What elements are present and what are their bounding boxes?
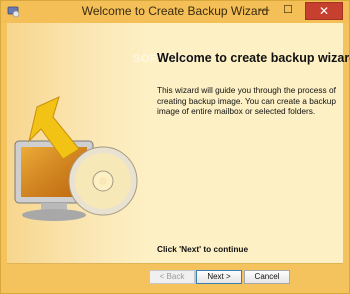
maximize-button[interactable]: ☐: [277, 3, 299, 19]
description-line: This wizard will guide you through the p…: [157, 85, 336, 95]
wizard-window: Welcome to Create Backup Wizard — ☐ ✕ SO…: [0, 0, 350, 294]
wizard-description: This wizard will guide you through the p…: [157, 85, 342, 117]
description-line: image of entire mailbox or selected fold…: [157, 106, 316, 116]
wizard-heading: Welcome to create backup wizard!: [157, 51, 350, 65]
minimize-button[interactable]: —: [253, 3, 275, 19]
button-divider: [7, 263, 343, 264]
close-button[interactable]: ✕: [305, 2, 343, 20]
wizard-content: SOFTPEDIA Welcome to create backup wizar…: [7, 23, 350, 263]
title-bar[interactable]: Welcome to Create Backup Wizard — ☐ ✕: [1, 1, 349, 23]
cancel-button[interactable]: Cancel: [244, 270, 290, 284]
computer-disc-illustration: [7, 83, 147, 238]
side-panel: [7, 23, 147, 263]
back-button[interactable]: < Back: [149, 270, 195, 284]
next-button[interactable]: Next >: [196, 270, 242, 284]
description-line: creating backup image. You can create a …: [157, 95, 336, 106]
continue-instruction: Click 'Next' to continue: [157, 244, 249, 254]
